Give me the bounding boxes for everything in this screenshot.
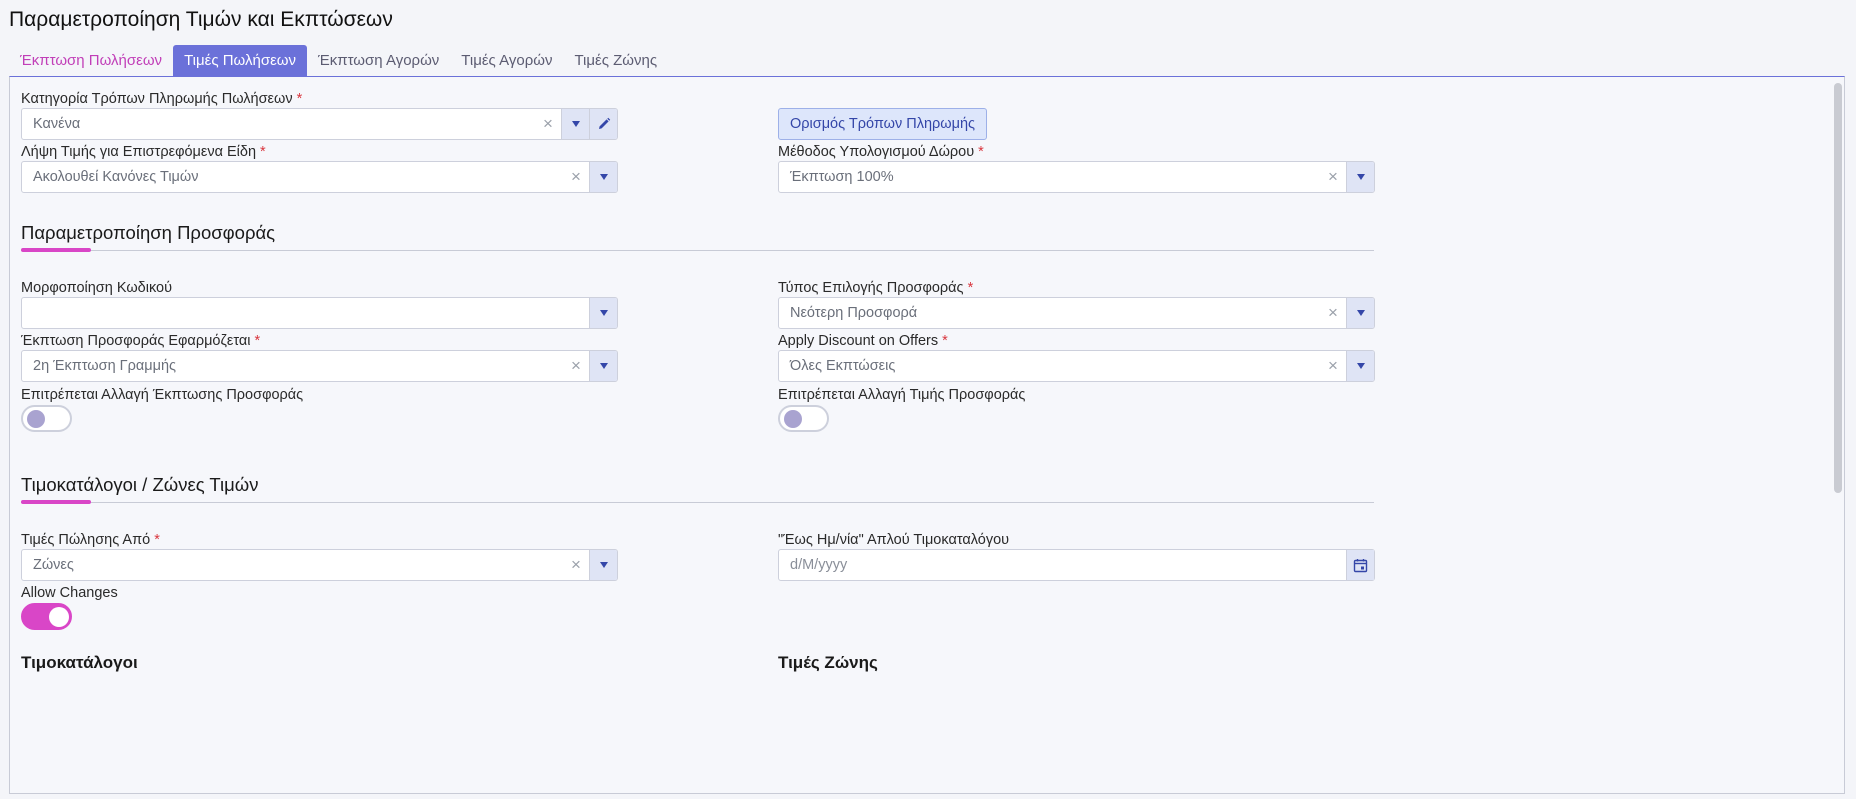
caret-down-icon — [571, 121, 580, 127]
return-price-value: Ακολουθεί Κανόνες Τιμών — [33, 169, 199, 185]
dropdown-button[interactable] — [589, 351, 617, 381]
tab-sales-discount[interactable]: Έκπτωση Πωλήσεων — [9, 45, 173, 76]
payment-category-label: Κατηγορία Τρόπων Πληρωμής Πωλήσεων * — [21, 91, 303, 107]
offer-selection-type-select[interactable]: Νεότερη Προσφορά × — [778, 297, 1375, 329]
offer-section-title: Παραμετροποίηση Προσφοράς — [21, 222, 276, 243]
tab-sales-prices[interactable]: Τιμές Πωλήσεων — [173, 45, 307, 76]
dropdown-button[interactable] — [1346, 351, 1374, 381]
dropdown-button[interactable] — [1346, 298, 1374, 328]
toggle-knob — [49, 607, 69, 627]
gift-method-select[interactable]: Έκπτωση 100% × — [778, 161, 1375, 193]
clear-icon[interactable]: × — [1320, 356, 1346, 376]
settings-panel: Κατηγορία Τρόπων Πληρωμής Πωλήσεων * Κανέ… — [9, 76, 1845, 794]
calendar-button[interactable] — [1346, 550, 1374, 580]
return-price-select[interactable]: Ακολουθεί Κανόνες Τιμών × — [21, 161, 618, 193]
allow-discount-change-label: Επιτρέπεται Αλλαγή Έκπτωσης Προσφοράς — [21, 387, 304, 403]
sale-prices-from-label: Τιμές Πώλησης Από * — [21, 532, 160, 548]
tab-purchase-discount[interactable]: Έκπτωση Αγορών — [307, 45, 450, 76]
dropdown-button[interactable] — [589, 550, 617, 580]
offer-selection-type-label: Τύπος Επιλογής Προσφοράς * — [778, 280, 974, 296]
offer-discount-applied-label: Έκπτωση Προσφοράς Εφαρμόζεται * — [21, 333, 261, 349]
apply-discount-offers-select[interactable]: Όλες Εκπτώσεις × — [778, 350, 1375, 382]
code-format-label: Μορφοποίηση Κωδικού — [21, 280, 173, 296]
dropdown-button[interactable] — [1346, 162, 1374, 192]
caret-down-icon — [599, 174, 608, 180]
code-format-select[interactable] — [21, 297, 618, 329]
section-accent — [21, 500, 91, 504]
allow-changes-label: Allow Changes — [21, 585, 118, 601]
dropdown-button[interactable] — [561, 109, 589, 139]
caret-down-icon — [599, 363, 608, 369]
offer-selection-type-value: Νεότερη Προσφορά — [790, 305, 918, 321]
payment-category-value: Κανένα — [33, 116, 81, 132]
clear-icon[interactable]: × — [563, 356, 589, 376]
tab-bar: Έκπτωση Πωλήσεων Τιμές Πωλήσεων Έκπτωση … — [9, 45, 668, 76]
section-divider — [21, 502, 1374, 503]
sale-prices-from-value: Ζώνες — [33, 557, 74, 573]
gift-method-value: Έκπτωση 100% — [790, 169, 894, 185]
payment-category-select[interactable]: Κανένα × — [21, 108, 618, 140]
clear-icon[interactable]: × — [535, 114, 561, 134]
allow-price-change-toggle[interactable] — [778, 405, 829, 432]
tab-zone-prices[interactable]: Τιμές Ζώνης — [563, 45, 668, 76]
return-price-label: Λήψη Τιμής για Επιστρεφόμενα Είδη * — [21, 144, 266, 160]
pencil-icon — [598, 117, 610, 129]
dropdown-button[interactable] — [589, 298, 617, 328]
toggle-knob — [784, 410, 802, 428]
pricelists-title: Τιμοκατάλογοι — [21, 653, 138, 672]
until-date-label: "Έως Ημ/νία" Απλού Τιμοκαταλόγου — [778, 532, 1010, 548]
toggle-knob — [27, 410, 45, 428]
allow-changes-toggle[interactable] — [21, 603, 72, 630]
section-divider — [21, 250, 1374, 251]
offer-discount-applied-value: 2η Έκπτωση Γραμμής — [33, 358, 177, 374]
apply-discount-offers-value: Όλες Εκπτώσεις — [790, 358, 896, 374]
caret-down-icon — [1356, 174, 1365, 180]
define-payment-methods-button[interactable]: Ορισμός Τρόπων Πληρωμής — [778, 108, 987, 140]
edit-button[interactable] — [589, 109, 617, 139]
zone-prices-title: Τιμές Ζώνης — [778, 653, 878, 672]
clear-icon[interactable]: × — [1320, 303, 1346, 323]
offer-discount-applied-select[interactable]: 2η Έκπτωση Γραμμής × — [21, 350, 618, 382]
caret-down-icon — [1356, 363, 1365, 369]
until-date-placeholder: d/M/yyyy — [790, 557, 848, 573]
page-title: Παραμετροποίηση Τιμών και Εκπτώσεων — [9, 8, 393, 31]
until-date-input[interactable]: d/M/yyyy — [778, 549, 1375, 581]
dropdown-button[interactable] — [589, 162, 617, 192]
allow-discount-change-toggle[interactable] — [21, 405, 72, 432]
allow-price-change-label: Επιτρέπεται Αλλαγή Τιμής Προσφοράς — [778, 387, 1026, 403]
clear-icon[interactable]: × — [563, 167, 589, 187]
sale-prices-from-select[interactable]: Ζώνες × — [21, 549, 618, 581]
clear-icon[interactable]: × — [1320, 167, 1346, 187]
vertical-scrollbar[interactable] — [1834, 83, 1842, 493]
gift-method-label: Μέθοδος Υπολογισμού Δώρου * — [778, 144, 984, 160]
clear-icon[interactable]: × — [563, 555, 589, 575]
caret-down-icon — [1356, 310, 1365, 316]
tab-purchase-prices[interactable]: Τιμές Αγορών — [450, 45, 563, 76]
apply-discount-offers-label: Apply Discount on Offers * — [778, 333, 948, 349]
caret-down-icon — [599, 310, 608, 316]
pricelist-section-title: Τιμοκατάλογοι / Ζώνες Τιμών — [21, 474, 259, 495]
section-accent — [21, 248, 91, 252]
caret-down-icon — [599, 562, 608, 568]
calendar-icon — [1353, 558, 1368, 572]
